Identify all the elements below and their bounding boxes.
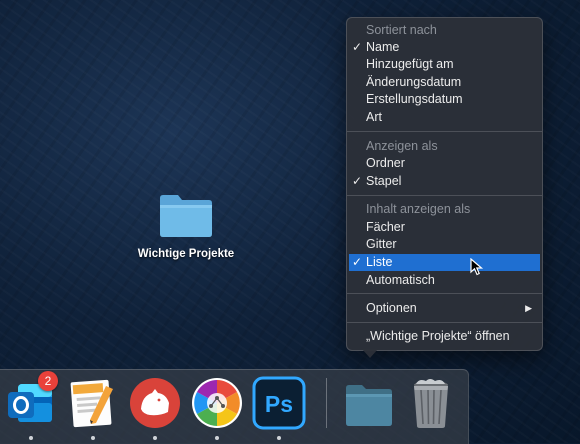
trash-icon <box>414 379 448 428</box>
dock-item-affinity[interactable] <box>190 376 244 430</box>
running-indicator <box>91 436 95 440</box>
menu-item-content-automatic[interactable]: Automatisch <box>347 272 542 289</box>
checkmark-icon: ✓ <box>352 174 363 188</box>
menu-item-label: Gitter <box>366 237 397 251</box>
photoshop-icon: Ps <box>252 376 306 430</box>
folder-label[interactable]: Wichtige Projekte <box>118 248 254 260</box>
menu-item-label: Stapel <box>366 174 402 188</box>
running-indicator <box>153 436 157 440</box>
menu-item-label: Optionen <box>366 301 417 315</box>
dock-item-photoshop[interactable]: Ps <box>252 376 306 430</box>
mouse-cursor-icon <box>470 257 484 276</box>
running-indicator <box>29 436 33 440</box>
menu-separator <box>347 131 542 132</box>
menu-item-sort-modified[interactable]: Änderungsdatum <box>347 74 542 91</box>
menu-item-content-list[interactable]: ✓ Liste <box>349 254 540 271</box>
pages-icon <box>70 379 113 428</box>
checkmark-icon: ✓ <box>352 255 363 269</box>
menu-item-label: Name <box>366 40 400 54</box>
stack-context-menu: Sortiert nach ✓ Name Hinzugefügt am Ände… <box>346 17 543 351</box>
folder-stack-icon <box>346 385 392 426</box>
menu-item-view-stack[interactable]: ✓ Stapel <box>347 173 542 190</box>
menu-item-label: Erstellungsdatum <box>366 92 463 106</box>
menu-item-label: Hinzugefügt am <box>366 57 454 71</box>
notification-badge: 2 <box>38 371 58 391</box>
menu-item-label: „Wichtige Projekte“ öffnen <box>366 329 510 343</box>
menu-pointer <box>362 349 378 358</box>
dock-item-bear[interactable] <box>128 376 182 430</box>
submenu-arrow-icon: ▶ <box>525 303 532 313</box>
menu-item-sort-kind[interactable]: Art <box>347 109 542 126</box>
running-indicator <box>215 436 219 440</box>
menu-separator <box>347 195 542 196</box>
menu-item-options[interactable]: Optionen ▶ <box>347 300 542 317</box>
menu-item-content-grid[interactable]: Gitter <box>347 236 542 253</box>
menu-item-sort-name[interactable]: ✓ Name <box>347 39 542 56</box>
running-indicator <box>277 436 281 440</box>
menu-item-open-folder[interactable]: „Wichtige Projekte“ öffnen <box>347 328 542 345</box>
menu-separator <box>347 322 542 323</box>
dock-separator <box>326 378 327 428</box>
menu-item-label: Automatisch <box>366 273 435 287</box>
menu-item-sort-added[interactable]: Hinzugefügt am <box>347 56 542 73</box>
menu-item-label: Art <box>366 110 382 124</box>
photoshop-label: Ps <box>265 391 293 417</box>
menu-item-content-fan[interactable]: Fächer <box>347 219 542 236</box>
checkmark-icon: ✓ <box>352 40 363 54</box>
desktop-folder-wichtige-projekte[interactable]: Wichtige Projekte <box>118 192 254 260</box>
dock-item-folder-stack[interactable] <box>342 376 396 430</box>
menu-item-label: Ordner <box>366 156 405 170</box>
menu-item-sort-created[interactable]: Erstellungsdatum <box>347 91 542 108</box>
menu-header-content: Inhalt anzeigen als <box>366 202 471 216</box>
menu-header-view: Anzeigen als <box>366 139 438 153</box>
bear-icon <box>130 378 180 428</box>
folder-icon <box>158 192 214 238</box>
menu-item-label: Liste <box>366 255 393 269</box>
affinity-icon <box>192 378 242 428</box>
menu-item-label: Fächer <box>366 220 405 234</box>
menu-separator <box>347 293 542 294</box>
menu-header-sort: Sortiert nach <box>366 23 437 37</box>
menu-item-label: Änderungsdatum <box>366 75 462 89</box>
menu-item-view-folder[interactable]: Ordner <box>347 155 542 172</box>
dock-item-trash[interactable] <box>404 376 458 430</box>
dock-item-pages[interactable] <box>66 376 120 430</box>
